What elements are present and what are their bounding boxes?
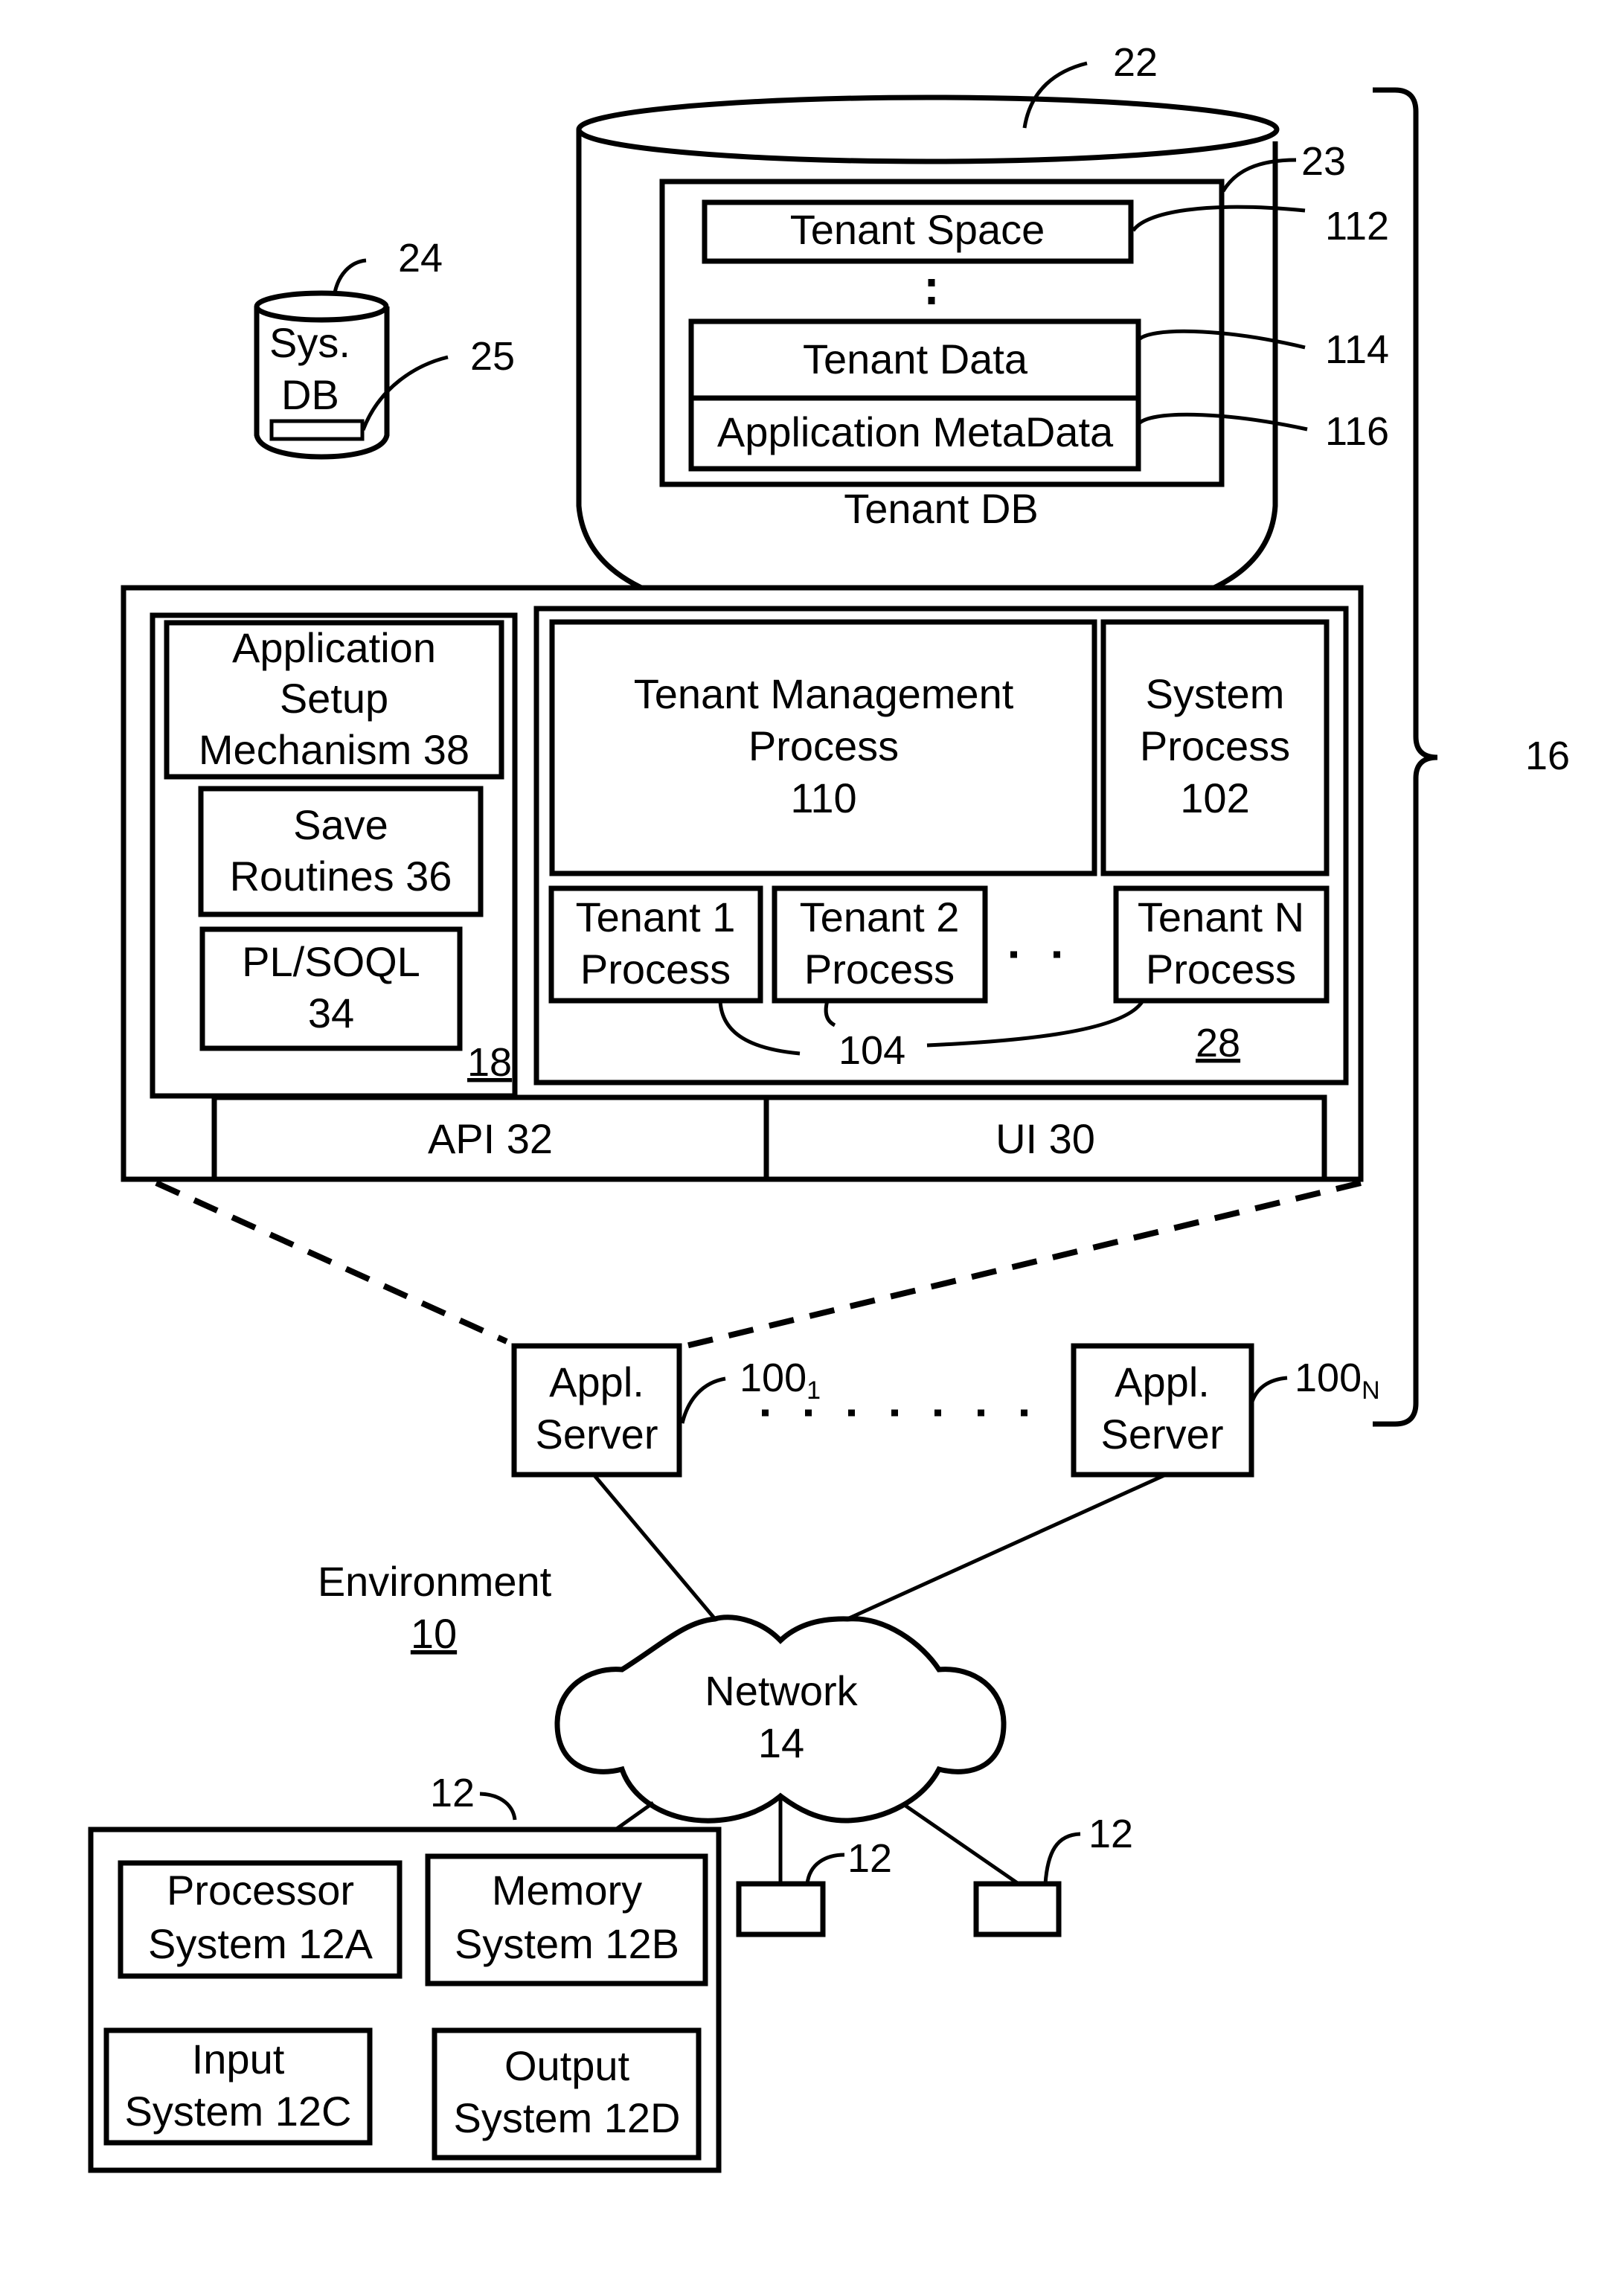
user-system-box-small-2 [973, 1881, 1062, 1937]
app-server-n-line-1: Appl. [1115, 1359, 1210, 1405]
system-db-label-1: Sys. [269, 319, 350, 366]
memory-line-2: System 12B [455, 1920, 679, 1967]
app-server-n-line-2: Server [1101, 1411, 1224, 1458]
ref-16: 16 [1525, 734, 1570, 778]
app-metadata-label: Application MetaData [717, 408, 1114, 455]
app-server-1: Appl. Server 1001 [511, 1343, 821, 1478]
ref-18: 18 [467, 1040, 512, 1085]
ref-24-leader [333, 258, 367, 293]
output-line-2: System 12D [454, 2094, 681, 2141]
system-process-line-2: Process [1140, 722, 1290, 769]
api-label: API 32 [428, 1115, 553, 1162]
environment-ref: 10 [411, 1610, 457, 1657]
ref-22: 22 [1113, 40, 1158, 85]
save-routines-line-2: Routines 36 [230, 853, 452, 900]
ref-114: 114 [1325, 327, 1389, 372]
ref-23-leader [1221, 158, 1297, 193]
link-server1-network [592, 1473, 716, 1620]
tenant-db-top [576, 94, 1280, 164]
client-1-ref: 12 [847, 1836, 892, 1881]
app-setup-line-3: Mechanism 38 [199, 726, 469, 773]
network-label: Network [705, 1667, 858, 1714]
ref-24: 24 [398, 236, 443, 280]
app-server-1-ref: 1001 [740, 1356, 821, 1405]
ref-25-leader [361, 355, 449, 431]
input-line-2: System 12C [125, 2088, 352, 2135]
multi-tenant-environment-diagram: 22 23 Tenant Space 112 Tenant Data 114 A… [88, 40, 1570, 2173]
tenant-1-line-2: Process [580, 946, 731, 993]
ui-label: UI 30 [995, 1115, 1095, 1162]
app-server-n: Appl. Server 100N [1071, 1343, 1380, 1478]
network-ref: 14 [758, 1719, 804, 1766]
network-cloud: Network 14 [554, 1614, 1007, 1824]
client-2-leader [1043, 1832, 1081, 1885]
system-process-line-3: 102 [1180, 775, 1249, 821]
ref-104: 104 [839, 1028, 905, 1073]
plsoql-line-2: 34 [308, 990, 354, 1036]
output-line-1: Output [504, 2042, 630, 2089]
system-storage-box [269, 419, 365, 441]
app-server-n-leader [1249, 1376, 1288, 1405]
input-line-1: Input [192, 2036, 285, 2082]
tenant-n-line-1: Tenant N [1138, 894, 1304, 940]
processor-line-1: Processor [167, 1867, 354, 1914]
plsoql-line-1: PL/SOQL [242, 938, 420, 985]
user-system-ref: 12 [430, 1771, 475, 1815]
tenant-mgmt-line-3: 110 [790, 775, 856, 821]
system-db-top [254, 290, 389, 323]
environment-label: Environment [318, 1558, 552, 1605]
tenant-db-label: Tenant DB [844, 485, 1039, 532]
ref-116: 116 [1325, 409, 1389, 454]
tenant-mgmt-line-1: Tenant Management [634, 670, 1014, 717]
ref-22-leader [1022, 61, 1088, 129]
system-db-cylinder: 24 Sys. DB 25 [254, 236, 515, 460]
user-system-box-small-1 [736, 1881, 826, 1937]
memory-line-1: Memory [492, 1867, 642, 1914]
user-system-leader [479, 1792, 517, 1821]
tenant-mgmt-line-2: Process [748, 722, 899, 769]
link-network-client-2 [904, 1803, 1020, 1886]
client-1-leader [805, 1853, 845, 1885]
system-process-line-1: System [1146, 670, 1285, 717]
system-16-brace [1373, 87, 1438, 1427]
tenant-1-line-1: Tenant 1 [576, 894, 736, 940]
link-network-user-system [613, 1800, 655, 1832]
app-setup-line-1: Application [232, 624, 436, 671]
system-db-label-2: DB [281, 371, 339, 418]
ref-112: 112 [1325, 204, 1389, 248]
tenant-2-line-1: Tenant 2 [800, 894, 960, 940]
ref-28: 28 [1196, 1021, 1240, 1065]
save-routines-line-1: Save [293, 801, 388, 848]
tenant-space-label: Tenant Space [790, 206, 1045, 253]
tenant-n-line-2: Process [1146, 946, 1296, 993]
ref-25: 25 [470, 334, 515, 379]
tenant-db-cylinder: 22 23 Tenant Space 112 Tenant Data 114 A… [576, 40, 1389, 628]
detail-zoom-line-left [155, 1180, 508, 1344]
app-server-1-line-1: Appl. [549, 1359, 644, 1405]
link-servern-network [846, 1472, 1167, 1621]
tenant-data-label: Tenant Data [803, 336, 1028, 382]
processor-line-2: System 12A [148, 1920, 373, 1967]
client-2-ref: 12 [1088, 1812, 1133, 1856]
app-server-1-leader [680, 1376, 726, 1424]
app-setup-line-2: Setup [280, 675, 388, 722]
tenant-2-line-2: Process [804, 946, 955, 993]
ref-23: 23 [1301, 139, 1346, 184]
app-server-detail: Application Setup Mechanism 38 Save Rout… [121, 585, 1364, 1182]
app-server-n-ref: 100N [1295, 1356, 1380, 1405]
user-system: 12 Processor System 12A Memory System 12… [88, 1771, 722, 2173]
detail-zoom-line-right [685, 1180, 1362, 1349]
app-server-1-line-2: Server [536, 1411, 658, 1458]
